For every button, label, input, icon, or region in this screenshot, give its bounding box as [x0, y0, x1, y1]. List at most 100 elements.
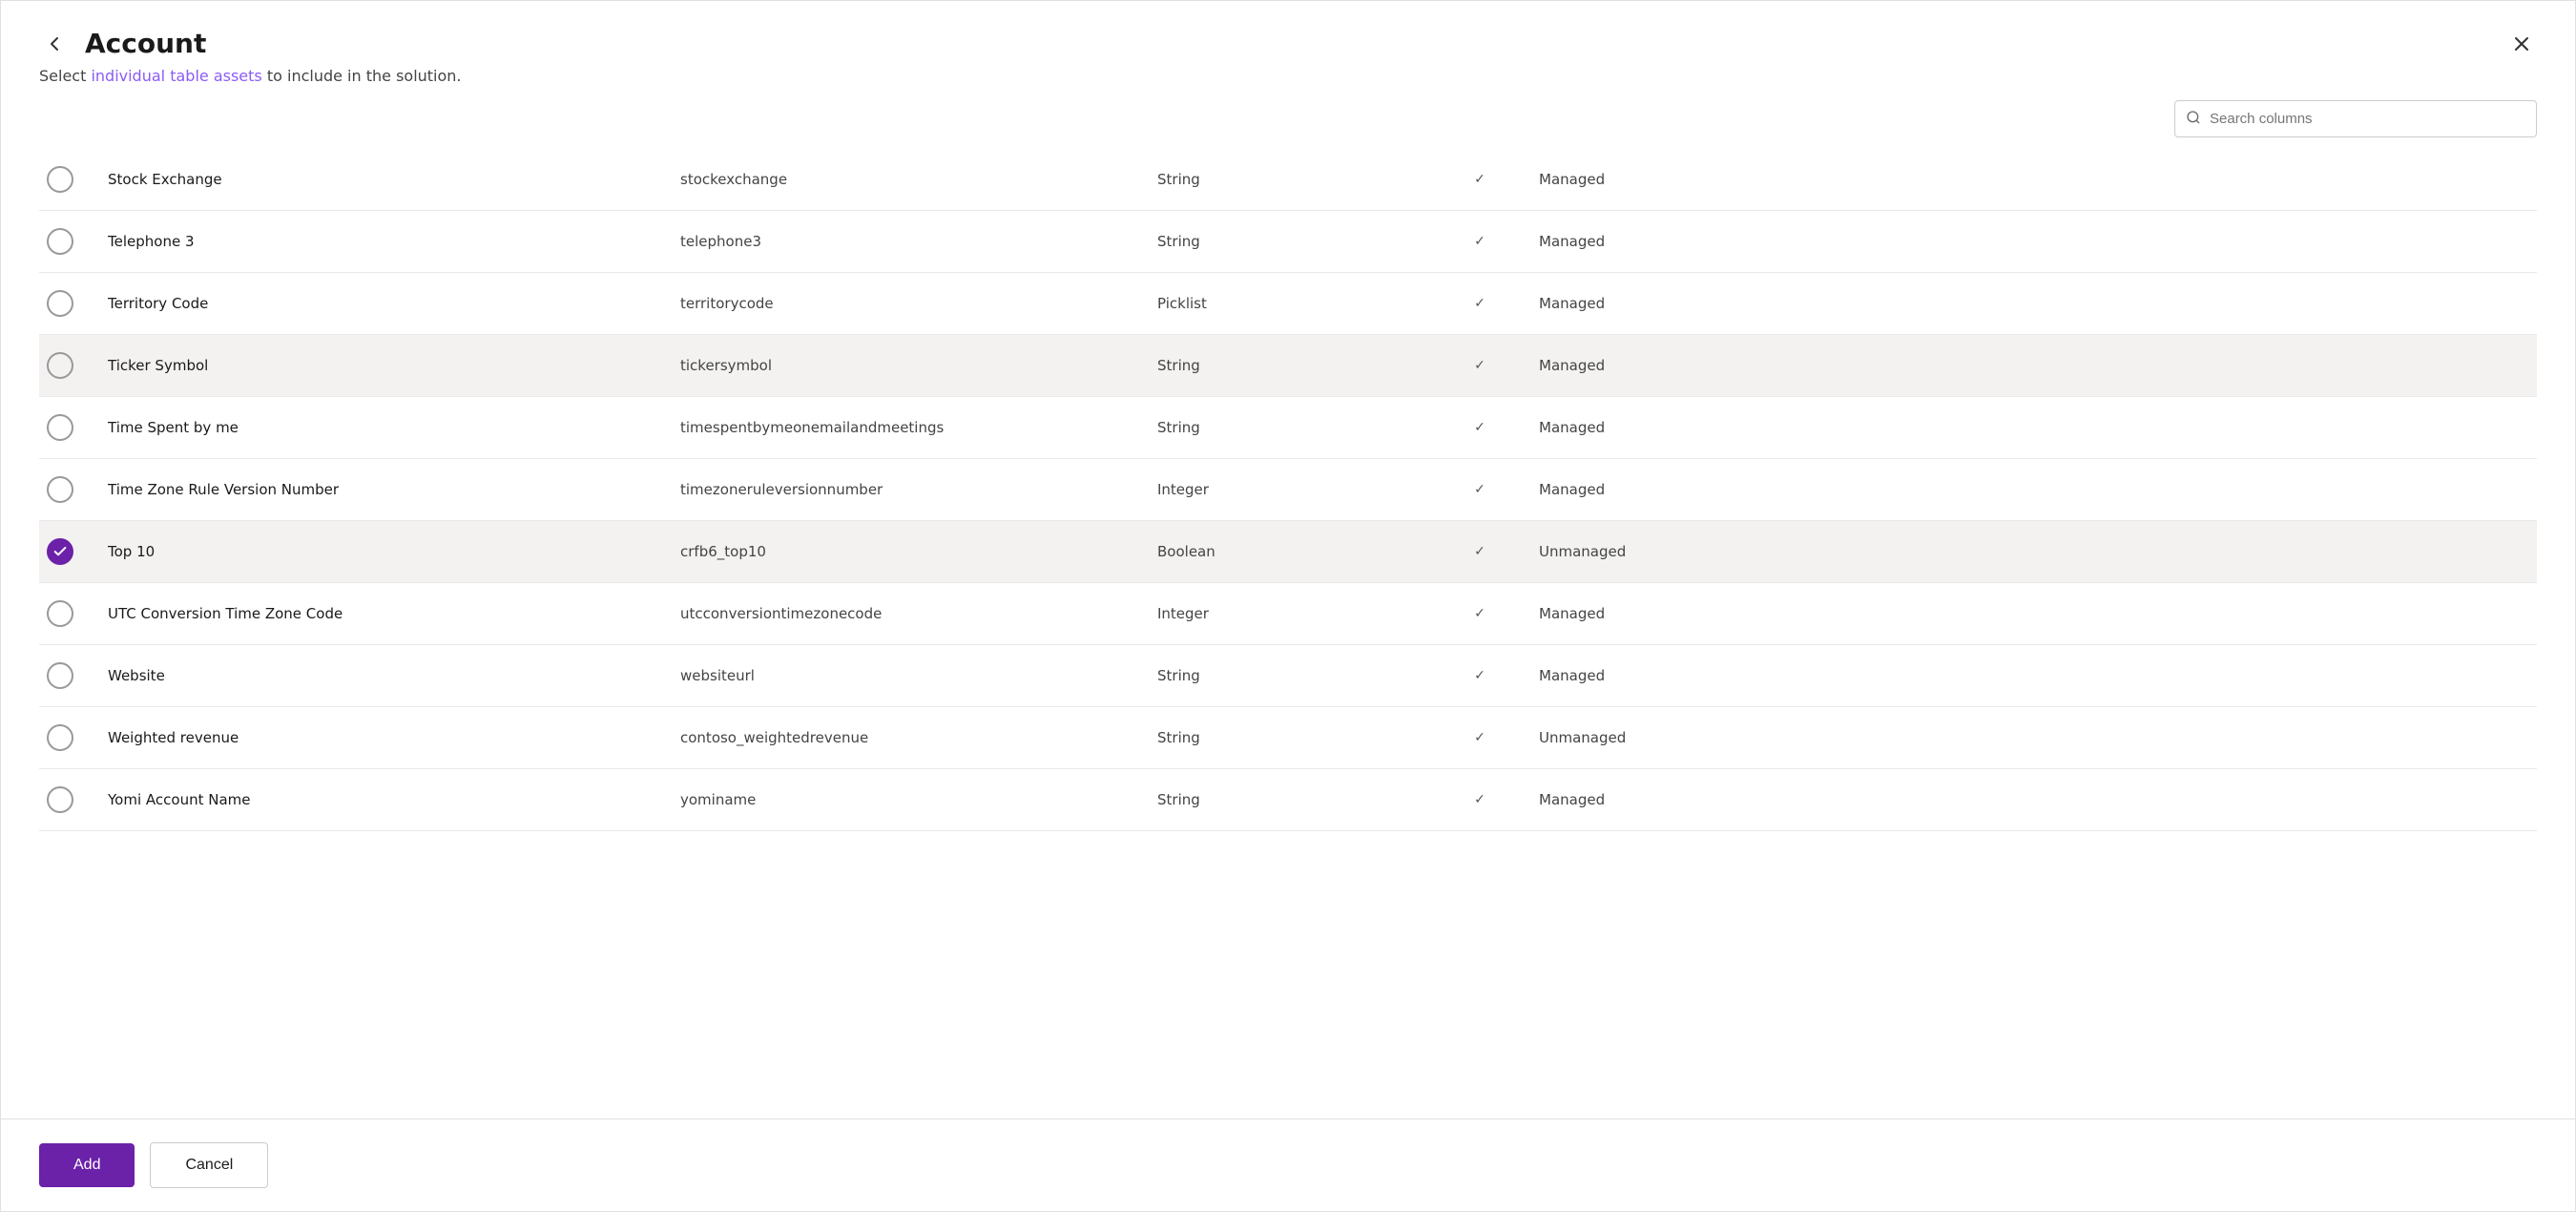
column-type: String [1146, 769, 1432, 831]
column-name: Stock Exchange [96, 149, 669, 211]
column-type: Picklist [1146, 273, 1432, 335]
row-checkbox[interactable] [47, 600, 73, 627]
column-name: Time Spent by me [96, 397, 669, 459]
table-row: Top 10crfb6_top10Boolean✓Unmanaged [39, 521, 2537, 583]
checkmark-icon: ✓ [1474, 296, 1485, 311]
checkmark-icon: ✓ [1474, 730, 1485, 745]
column-logical-name: utcconversiontimezonecode [669, 583, 1146, 645]
column-checkmark: ✓ [1432, 211, 1527, 273]
search-icon [2186, 110, 2201, 129]
dialog-subtitle: Select individual table assets to includ… [1, 59, 2575, 100]
row-checkbox[interactable] [47, 538, 73, 565]
column-type: String [1146, 645, 1432, 707]
page-title: Account [85, 28, 206, 59]
table-container: Stock ExchangestockexchangeString✓Manage… [1, 149, 2575, 1118]
column-managed: Managed [1527, 769, 2537, 831]
account-dialog: Account Select individual table assets t… [0, 0, 2576, 1212]
column-checkmark: ✓ [1432, 707, 1527, 769]
column-name: Ticker Symbol [96, 335, 669, 397]
column-managed: Managed [1527, 149, 2537, 211]
row-checkbox[interactable] [47, 290, 73, 317]
column-managed: Managed [1527, 583, 2537, 645]
add-button[interactable]: Add [39, 1143, 135, 1187]
checkmark-icon: ✓ [1474, 420, 1485, 435]
table-row: Stock ExchangestockexchangeString ✓ Manage… [39, 149, 2537, 211]
row-checkbox[interactable] [47, 414, 73, 441]
column-managed: Managed [1527, 211, 2537, 273]
dialog-header: Account [1, 1, 2575, 59]
column-managed: Unmanaged [1527, 521, 2537, 583]
column-checkmark: ✓ [1432, 397, 1527, 459]
column-name: Telephone 3 [96, 211, 669, 273]
close-button[interactable] [2506, 29, 2537, 59]
column-name: Weighted revenue [96, 707, 669, 769]
table-row: Ticker SymboltickersymbolString ✓ Managed [39, 335, 2537, 397]
checkmark-icon: ✓ [1474, 606, 1485, 621]
table-row: Territory CodeterritorycodePicklist ✓ Mana… [39, 273, 2537, 335]
row-checkbox[interactable] [47, 228, 73, 255]
cancel-button[interactable]: Cancel [150, 1142, 268, 1188]
column-checkmark: ✓ [1432, 273, 1527, 335]
column-logical-name: websiteurl [669, 645, 1146, 707]
column-type: String [1146, 397, 1432, 459]
column-type: String [1146, 335, 1432, 397]
checkmark-icon: ✓ [1474, 358, 1485, 373]
table-row: Weighted revenuecontoso_weightedrevenueS… [39, 707, 2537, 769]
back-button[interactable] [39, 29, 70, 59]
column-checkmark: ✓ [1432, 149, 1527, 211]
search-bar-row [1, 100, 2575, 149]
checkmark-icon: ✓ [1474, 668, 1485, 683]
column-managed: Managed [1527, 335, 2537, 397]
checkmark-icon: ✓ [1474, 792, 1485, 807]
column-name: Territory Code [96, 273, 669, 335]
column-managed: Unmanaged [1527, 707, 2537, 769]
table-row: Time Spent by metimespentbymeonemailandm… [39, 397, 2537, 459]
column-logical-name: timezoneruleversionnumber [669, 459, 1146, 521]
column-logical-name: telephone3 [669, 211, 1146, 273]
checkmark-icon: ✓ [1474, 172, 1485, 187]
column-type: String [1146, 211, 1432, 273]
row-checkbox[interactable] [47, 724, 73, 751]
column-managed: Managed [1527, 645, 2537, 707]
row-checkbox[interactable] [47, 352, 73, 379]
row-checkbox[interactable] [47, 166, 73, 193]
column-logical-name: yominame [669, 769, 1146, 831]
search-input[interactable] [2174, 100, 2537, 137]
column-logical-name: timespentbymeonemailandmeetings [669, 397, 1146, 459]
column-checkmark: ✓ [1432, 459, 1527, 521]
dialog-footer: Add Cancel [1, 1118, 2575, 1211]
checkmark-icon: ✓ [1474, 482, 1485, 497]
column-managed: Managed [1527, 397, 2537, 459]
table-row: UTC Conversion Time Zone Codeutcconversi… [39, 583, 2537, 645]
column-logical-name: tickersymbol [669, 335, 1146, 397]
column-name: Website [96, 645, 669, 707]
row-checkbox[interactable] [47, 786, 73, 813]
column-managed: Managed [1527, 459, 2537, 521]
checkmark-icon: ✓ [1474, 234, 1485, 249]
column-logical-name: stockexchange [669, 149, 1146, 211]
column-logical-name: contoso_weightedrevenue [669, 707, 1146, 769]
column-checkmark: ✓ [1432, 583, 1527, 645]
column-checkmark: ✓ [1432, 335, 1527, 397]
column-name: UTC Conversion Time Zone Code [96, 583, 669, 645]
column-logical-name: territorycode [669, 273, 1146, 335]
column-name: Yomi Account Name [96, 769, 669, 831]
search-wrapper [2174, 100, 2537, 137]
table-row: Time Zone Rule Version Numbertimezonerul… [39, 459, 2537, 521]
column-type: Boolean [1146, 521, 1432, 583]
table-row: Telephone 3telephone3String ✓ Managed [39, 211, 2537, 273]
row-checkbox[interactable] [47, 476, 73, 503]
column-type: Integer [1146, 459, 1432, 521]
table-row: Yomi Account NameyominameString ✓ Managed [39, 769, 2537, 831]
header-left: Account [39, 28, 206, 59]
column-name: Time Zone Rule Version Number [96, 459, 669, 521]
column-managed: Managed [1527, 273, 2537, 335]
column-logical-name: crfb6_top10 [669, 521, 1146, 583]
columns-table: Stock ExchangestockexchangeString✓Manage… [39, 149, 2537, 831]
column-checkmark: ✓ [1432, 769, 1527, 831]
row-checkbox[interactable] [47, 662, 73, 689]
table-row: WebsitewebsiteurlString ✓ Managed [39, 645, 2537, 707]
column-type: String [1146, 149, 1432, 211]
column-checkmark: ✓ [1432, 521, 1527, 583]
column-checkmark: ✓ [1432, 645, 1527, 707]
